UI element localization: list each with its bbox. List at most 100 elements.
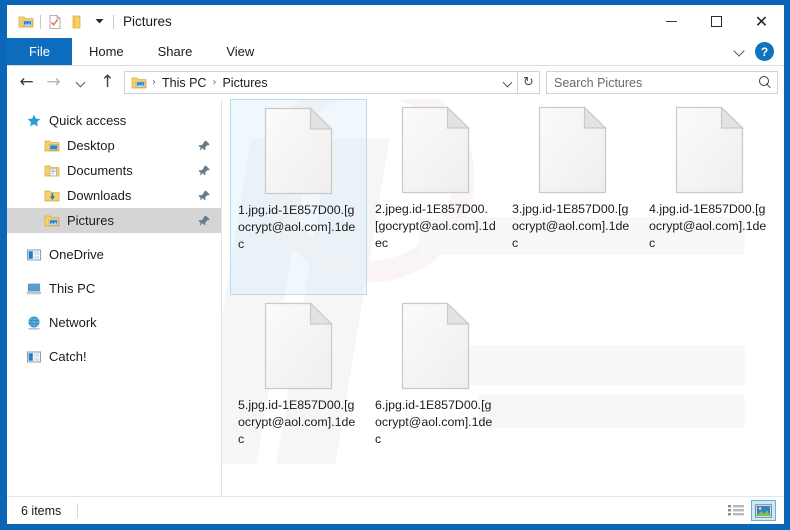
file-item[interactable]: 2.jpeg.id-1E857D00.[gocrypt@aol.com].1de… bbox=[367, 99, 504, 295]
file-item[interactable]: 3.jpg.id-1E857D00.[gocrypt@aol.com].1dec bbox=[504, 99, 641, 295]
pin-icon[interactable] bbox=[198, 214, 211, 227]
sidebar-item-onedrive[interactable]: OneDrive bbox=[7, 242, 221, 267]
file-name-label: 2.jpeg.id-1E857D00.[gocrypt@aol.com].1de… bbox=[375, 202, 496, 250]
help-button[interactable]: ? bbox=[755, 42, 774, 61]
file-grid: 1.jpg.id-1E857D00.[gocrypt@aol.com].1dec… bbox=[222, 99, 784, 496]
breadcrumb-item-pictures[interactable]: Pictures bbox=[219, 76, 270, 90]
refresh-icon: ↻ bbox=[523, 75, 534, 90]
blank-document-icon bbox=[264, 302, 333, 390]
search-icon[interactable] bbox=[759, 76, 772, 89]
new-folder-icon[interactable] bbox=[66, 11, 88, 33]
customize-chevron-icon[interactable] bbox=[88, 11, 110, 33]
folder-pictures-icon bbox=[131, 77, 147, 88]
sidebar-item-label: Quick access bbox=[49, 113, 127, 128]
blank-document-icon bbox=[538, 106, 607, 194]
sidebar-item-this-pc[interactable]: This PC bbox=[7, 276, 221, 301]
sidebar-item-label: Catch! bbox=[49, 349, 87, 364]
back-arrow-icon: ← bbox=[19, 72, 34, 92]
file-name-label: 5.jpg.id-1E857D00.[gocrypt@aol.com].1dec bbox=[238, 398, 356, 446]
sidebar-item-label: Documents bbox=[67, 163, 133, 178]
details-view-button[interactable] bbox=[723, 500, 748, 521]
file-item[interactable]: 1.jpg.id-1E857D00.[gocrypt@aol.com].1dec bbox=[230, 99, 367, 295]
forward-button[interactable]: → bbox=[40, 69, 67, 96]
qat-separator-2 bbox=[113, 14, 114, 29]
blank-document-icon bbox=[675, 106, 744, 194]
breadcrumb-item-this-pc[interactable]: This PC bbox=[159, 76, 209, 90]
this-pc-icon bbox=[26, 283, 42, 294]
sidebar-item-label: Downloads bbox=[67, 188, 132, 203]
file-item[interactable]: 4.jpg.id-1E857D00.[gocrypt@aol.com].1dec bbox=[641, 99, 778, 295]
breadcrumb[interactable]: › This PC › Pictures bbox=[124, 71, 518, 94]
tab-view[interactable]: View bbox=[209, 38, 271, 65]
chevron-down-icon[interactable] bbox=[734, 46, 746, 58]
maximize-icon bbox=[711, 16, 722, 27]
sidebar-item-label: OneDrive bbox=[49, 247, 104, 262]
close-icon: ✕ bbox=[754, 11, 769, 31]
sidebar-item-label: Pictures bbox=[67, 213, 114, 228]
folder-pictures-icon bbox=[44, 215, 60, 226]
recent-locations-button[interactable] bbox=[67, 69, 94, 96]
sidebar-item-desktop[interactable]: Desktop bbox=[7, 133, 221, 158]
sidebar-item-catch[interactable]: Catch! bbox=[7, 344, 221, 369]
blank-document-icon bbox=[264, 107, 333, 195]
tab-file[interactable]: File bbox=[7, 38, 72, 65]
details-view-icon bbox=[727, 504, 744, 515]
network-icon bbox=[28, 315, 40, 330]
breadcrumb-dropdown-button[interactable] bbox=[499, 76, 517, 90]
close-button[interactable]: ✕ bbox=[739, 5, 784, 38]
sidebar-item-documents[interactable]: Documents bbox=[7, 158, 221, 183]
large-icons-view-button[interactable] bbox=[751, 500, 776, 521]
tab-home[interactable]: Home bbox=[72, 38, 141, 65]
ribbon-tab-bar: File Home Share View ? bbox=[7, 38, 784, 66]
status-separator bbox=[77, 503, 79, 518]
breadcrumb-separator: › bbox=[152, 77, 156, 88]
refresh-button[interactable]: ↻ bbox=[518, 71, 540, 94]
chevron-down-icon bbox=[74, 76, 88, 90]
minimize-button[interactable] bbox=[649, 5, 694, 38]
file-name-label: 1.jpg.id-1E857D00.[gocrypt@aol.com].1dec bbox=[238, 203, 356, 251]
file-name-label: 4.jpg.id-1E857D00.[gocrypt@aol.com].1dec bbox=[649, 202, 767, 250]
window-controls: ✕ bbox=[649, 5, 784, 38]
properties-icon[interactable] bbox=[44, 11, 66, 33]
sidebar-item-label: This PC bbox=[49, 281, 96, 296]
back-button[interactable]: ← bbox=[13, 69, 40, 96]
status-bar: 6 items bbox=[7, 496, 784, 524]
sidebar-item-pictures[interactable]: Pictures bbox=[7, 208, 221, 233]
window-title: Pictures bbox=[123, 14, 172, 29]
file-list-view[interactable]: 1.jpg.id-1E857D00.[gocrypt@aol.com].1dec… bbox=[222, 99, 784, 496]
sidebar-item-label: Desktop bbox=[67, 138, 115, 153]
search-box[interactable] bbox=[546, 71, 778, 94]
explorer-window: Pictures ✕ File Home Share View ? ← → ↑ … bbox=[0, 0, 790, 530]
pin-icon[interactable] bbox=[198, 189, 211, 202]
pin-icon[interactable] bbox=[198, 164, 211, 177]
chevron-down-icon bbox=[501, 76, 515, 90]
blank-document-icon bbox=[401, 106, 470, 194]
onedrive-icon bbox=[26, 249, 42, 260]
tab-share[interactable]: Share bbox=[141, 38, 210, 65]
minimize-icon bbox=[666, 21, 677, 22]
breadcrumb-separator-2: › bbox=[212, 77, 217, 88]
file-name-label: 6.jpg.id-1E857D00.[gocrypt@aol.com].1dec bbox=[375, 398, 493, 446]
item-count-label: 6 items bbox=[21, 503, 62, 518]
sidebar-item-network[interactable]: Network bbox=[7, 310, 221, 335]
maximize-button[interactable] bbox=[694, 5, 739, 38]
sidebar-item-downloads[interactable]: Downloads bbox=[7, 183, 221, 208]
blank-document-icon bbox=[401, 302, 470, 390]
up-button[interactable]: ↑ bbox=[94, 69, 121, 96]
pin-icon[interactable] bbox=[198, 139, 211, 152]
file-item[interactable]: 5.jpg.id-1E857D00.[gocrypt@aol.com].1dec bbox=[230, 295, 367, 491]
search-input[interactable] bbox=[554, 75, 759, 90]
window-client-area: Pictures ✕ File Home Share View ? ← → ↑ … bbox=[7, 5, 784, 524]
file-item[interactable]: 6.jpg.id-1E857D00.[gocrypt@aol.com].1dec bbox=[367, 295, 504, 491]
navigation-pane: Quick access Desktop Documents Downloads… bbox=[7, 99, 221, 496]
explorer-body: Quick access Desktop Documents Downloads… bbox=[7, 99, 784, 496]
forward-arrow-icon: → bbox=[46, 72, 61, 92]
sidebar-item-label: Network bbox=[49, 315, 97, 330]
qat-separator bbox=[40, 14, 41, 29]
explorer-icon[interactable] bbox=[15, 11, 37, 33]
view-mode-buttons bbox=[723, 500, 776, 521]
sidebar-item-quick-access[interactable]: Quick access bbox=[7, 108, 221, 133]
